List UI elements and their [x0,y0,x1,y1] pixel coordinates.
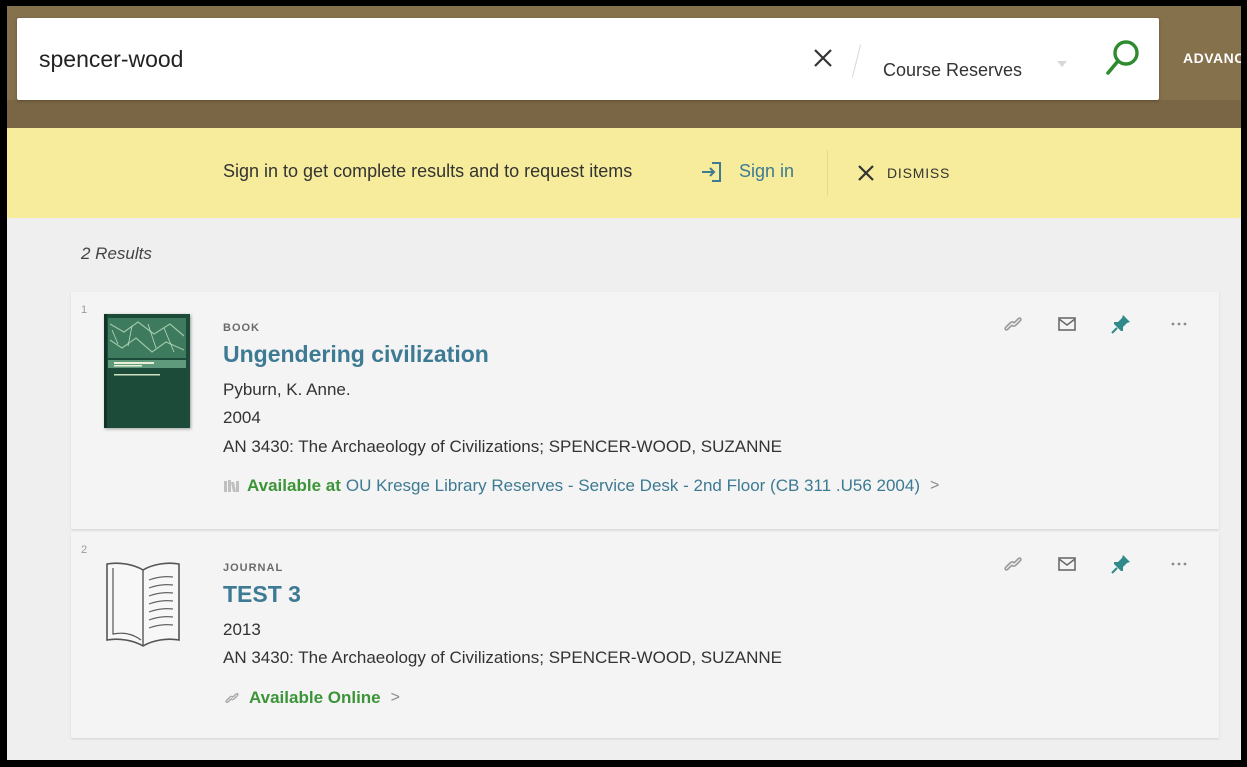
availability-line[interactable]: Available at OU Kresge Library Reserves … [223,476,939,496]
result-type: BOOK [223,322,260,334]
availability-line[interactable]: Available Online > [223,688,400,708]
result-author: Pyburn, K. Anne. [223,380,351,399]
availability-location-link[interactable]: OU Kresge Library Reserves - Service Des… [346,476,920,496]
signin-banner: Sign in to get complete results and to r… [7,128,1241,218]
link-icon[interactable] [1001,312,1025,336]
result-item[interactable]: 1 BOOK Ungendering civilization Pyburn, … [71,292,1219,529]
dismiss-button[interactable]: DISMISS [887,165,950,181]
result-item[interactable]: 2 JOURNAL TEST 3 2013 AN 3430: The Archa… [71,532,1219,738]
signin-link[interactable]: Sign in [739,161,794,182]
search-scope-label: Course Reserves [883,59,1023,80]
advanced-search-link[interactable]: ADVANCED SEARCH [1183,50,1241,66]
search-bar: Course Reserves [17,18,1159,100]
result-type: JOURNAL [223,562,284,574]
availability-status-link[interactable]: Available Online [249,688,381,708]
pin-icon[interactable] [1109,552,1133,576]
result-index: 1 [81,304,88,316]
result-index: 2 [81,544,88,556]
search-divider [851,44,862,78]
result-title-link[interactable]: Ungendering civilization [223,341,489,368]
banner-divider [827,150,828,196]
open-book-icon[interactable] [103,556,183,652]
clear-search-icon[interactable] [811,46,835,70]
result-course: AN 3430: The Archaeology of Civilization… [223,437,782,456]
header-band [7,100,1241,128]
app-frame: Course Reserves ADVANCED SEARCH Sign in … [7,6,1241,760]
search-input[interactable] [39,42,739,76]
book-shelf-icon [224,480,239,493]
more-icon[interactable] [1167,552,1191,576]
book-cover-thumbnail[interactable] [104,314,190,428]
result-year: 2004 [223,408,261,427]
envelope-icon[interactable] [1055,552,1079,576]
result-year: 2013 [223,620,261,639]
chevron-right-icon[interactable]: > [930,477,939,495]
result-title-link[interactable]: TEST 3 [223,581,301,608]
sign-in-icon[interactable] [699,159,725,185]
envelope-icon[interactable] [1055,312,1079,336]
link-icon [225,692,239,704]
availability-status: Available at [247,476,341,495]
results-count: 2 Results [81,244,152,263]
more-icon[interactable] [1167,312,1191,336]
search-icon[interactable] [1103,36,1143,80]
result-actions [1001,312,1201,338]
chevron-right-icon[interactable]: > [391,689,400,707]
chevron-down-icon[interactable] [1057,61,1067,67]
signin-message: Sign in to get complete results and to r… [223,161,633,181]
search-scope-select[interactable]: Course Reserves [883,58,1022,82]
result-actions [1001,552,1201,578]
close-icon[interactable] [855,162,877,184]
pin-icon[interactable] [1109,312,1133,336]
result-course: AN 3430: The Archaeology of Civilization… [223,648,782,667]
link-icon[interactable] [1001,552,1025,576]
